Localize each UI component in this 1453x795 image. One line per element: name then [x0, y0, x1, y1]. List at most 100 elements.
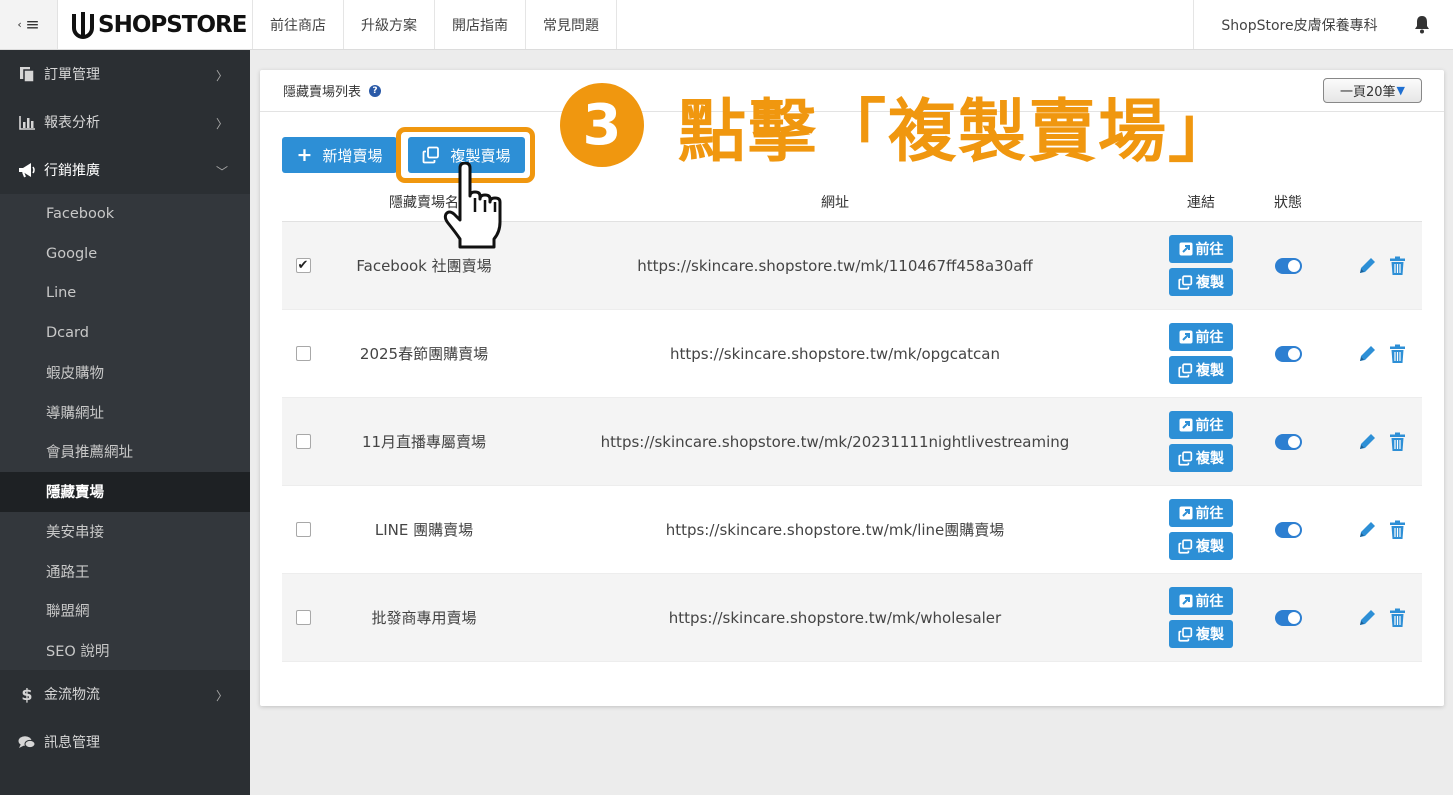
delete-button[interactable]	[1386, 255, 1408, 277]
delete-button[interactable]	[1386, 343, 1408, 365]
go-button[interactable]: 前往	[1169, 235, 1233, 263]
status-toggle[interactable]	[1274, 609, 1302, 626]
sidebar-item-member-referral[interactable]: 會員推薦網址	[0, 432, 250, 472]
go-button[interactable]: 前往	[1169, 499, 1233, 527]
question-circle-icon[interactable]: ?	[369, 84, 382, 97]
status-toggle[interactable]	[1274, 433, 1302, 450]
hidden-store-table: 隱藏賣場名 網址 連結 狀態 ✔ Facebook 社團賣場 https://ski…	[282, 182, 1422, 662]
add-store-button[interactable]: + 新增賣場	[282, 137, 397, 173]
edit-button[interactable]	[1356, 607, 1378, 629]
row-checkbox[interactable]: ✔	[295, 258, 311, 273]
step-annotation: 3 點擊「複製賣場」	[560, 83, 1238, 172]
comments-icon	[17, 733, 37, 751]
nav-upgrade-plan[interactable]: 升級方案	[343, 0, 434, 49]
row-checkbox[interactable]	[295, 346, 311, 361]
row-checkbox[interactable]	[295, 522, 311, 537]
sidebar-item-label: 訊息管理	[44, 735, 100, 752]
shopstore-logo[interactable]: SHOPSTORE	[70, 7, 247, 43]
external-link-icon	[1179, 418, 1192, 432]
status-toggle[interactable]	[1274, 257, 1302, 274]
status-toggle[interactable]	[1274, 521, 1302, 538]
go-button[interactable]: 前往	[1169, 411, 1233, 439]
bar-chart-icon	[17, 113, 37, 131]
nav-goto-store[interactable]: 前往商店	[252, 0, 343, 49]
store-url-cell: https://skincare.shopstore.tw/mk/wholesa…	[668, 608, 1002, 627]
sidebar-item-seo[interactable]: SEO 說明	[0, 631, 250, 671]
go-label: 前往	[1195, 242, 1224, 258]
add-store-label: 新增賣場	[322, 146, 383, 165]
trash-icon	[1389, 344, 1405, 363]
sidebar-toggle-icon: ‹	[17, 18, 26, 31]
store-url-cell: https://skincare.shopstore.tw/mk/opgcatc…	[670, 344, 1000, 363]
external-link-icon	[1179, 242, 1192, 256]
go-button[interactable]: 前往	[1169, 323, 1233, 351]
notifications-button[interactable]	[1407, 0, 1437, 49]
sidebar-toggle-button[interactable]: ‹ ≡	[0, 0, 58, 49]
sidebar: 訂單管理 〉 報表分析 〉 行銷推廣 ﹀ Facebook Google Lin…	[0, 50, 250, 795]
logo-mark-icon	[72, 12, 94, 39]
table-row: 2025春節團購賣場 https://skincare.shopstore.tw/…	[282, 310, 1422, 398]
sidebar-item-channel-king[interactable]: 通路王	[0, 551, 250, 591]
copy-label: 複製	[1196, 363, 1224, 379]
sidebar-item-orders[interactable]: 訂單管理 〉	[0, 50, 250, 98]
header-link: 連結	[1187, 194, 1215, 211]
status-toggle[interactable]	[1274, 345, 1302, 362]
sidebar-item-meian[interactable]: 美安串接	[0, 512, 250, 552]
edit-button[interactable]	[1356, 343, 1378, 365]
go-button[interactable]: 前往	[1169, 587, 1233, 615]
dollar-icon: $	[21, 684, 33, 704]
per-page-select[interactable]: 一頁20筆 ▼	[1323, 78, 1422, 103]
copy-link-button[interactable]: 複製	[1169, 268, 1233, 296]
dropdown-arrow-icon: ▼	[1396, 84, 1405, 97]
hamburger-icon: ≡	[25, 14, 40, 35]
store-name-cell: 批發商專用賣場	[371, 609, 477, 627]
trash-icon	[1389, 432, 1405, 451]
copy-label: 複製	[1196, 627, 1224, 643]
edit-button[interactable]	[1356, 255, 1378, 277]
logo-text: SHOPSTORE	[98, 12, 247, 38]
go-label: 前往	[1195, 506, 1224, 522]
delete-button[interactable]	[1386, 431, 1408, 453]
sidebar-item-hidden-store[interactable]: 隱藏賣場	[0, 471, 250, 512]
row-checkbox[interactable]	[295, 434, 311, 449]
step-instruction: 點擊「複製賣場」	[678, 92, 1239, 172]
pencil-icon	[1360, 521, 1375, 537]
sidebar-item-shopee[interactable]: 蝦皮購物	[0, 353, 250, 393]
nav-store-guide[interactable]: 開店指南	[434, 0, 525, 49]
delete-button[interactable]	[1386, 607, 1408, 629]
copy-icon	[1178, 362, 1193, 378]
copy-link-button[interactable]: 複製	[1169, 532, 1233, 560]
sidebar-item-messages[interactable]: 訊息管理	[0, 718, 250, 766]
sidebar-item-google[interactable]: Google	[0, 234, 250, 274]
pencil-icon	[1360, 609, 1375, 625]
store-name-cell: LINE 團購賣場	[374, 521, 474, 539]
sidebar-item-payment-logistics[interactable]: $ 金流物流 〉	[0, 670, 250, 718]
sidebar-item-affiliate[interactable]: 聯盟網	[0, 591, 250, 631]
row-checkbox[interactable]	[295, 610, 311, 625]
edit-button[interactable]	[1356, 431, 1378, 453]
sidebar-item-line[interactable]: Line	[0, 273, 250, 313]
store-name-cell: Facebook 社團賣場	[356, 257, 492, 275]
sidebar-item-reports[interactable]: 報表分析 〉	[0, 98, 250, 146]
copy-link-button[interactable]: 複製	[1169, 444, 1233, 472]
delete-button[interactable]	[1386, 519, 1408, 541]
nav-faq[interactable]: 常見問題	[525, 0, 617, 49]
chevron-right-icon: 〉	[215, 69, 228, 83]
copy-link-button[interactable]: 複製	[1169, 620, 1233, 648]
plus-icon: +	[296, 144, 313, 166]
copy-label: 複製	[1196, 539, 1224, 555]
sidebar-item-marketing[interactable]: 行銷推廣 ﹀	[0, 146, 250, 194]
sidebar-item-label: 報表分析	[44, 115, 100, 131]
external-link-icon	[1179, 330, 1192, 344]
edit-button[interactable]	[1356, 519, 1378, 541]
marketing-submenu: Facebook Google Line Dcard 蝦皮購物 導購網址 會員推…	[0, 194, 250, 671]
copy-link-button[interactable]: 複製	[1169, 356, 1233, 384]
store-name-cell: 2025春節團購賣場	[359, 345, 489, 363]
per-page-value: 一頁20筆	[1339, 85, 1396, 100]
sidebar-item-referral-url[interactable]: 導購網址	[0, 392, 250, 432]
store-name-menu[interactable]: ShopStore皮膚保養專科	[1193, 0, 1405, 49]
megaphone-icon	[17, 161, 37, 179]
sidebar-item-facebook[interactable]: Facebook	[0, 194, 250, 234]
copy-icon	[1178, 274, 1193, 290]
sidebar-item-dcard[interactable]: Dcard	[0, 313, 250, 353]
